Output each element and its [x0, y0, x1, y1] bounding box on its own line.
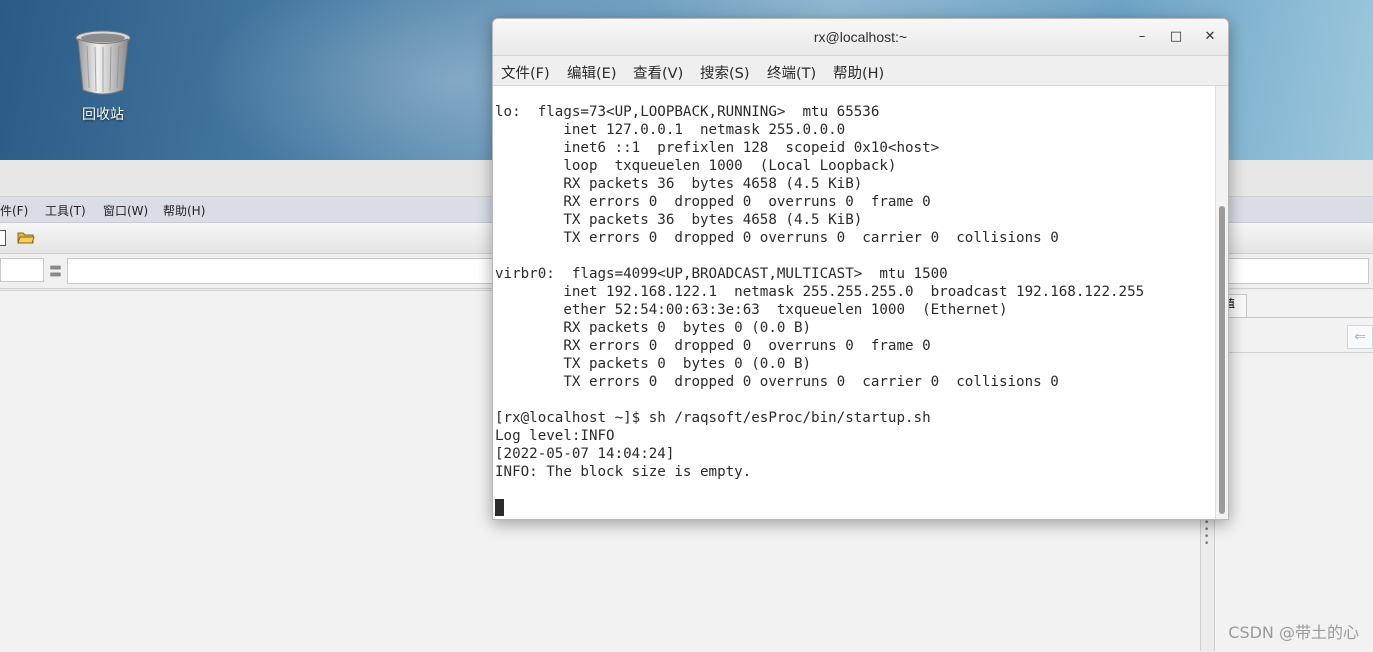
- bg-menu-help[interactable]: 帮助(H): [163, 202, 205, 219]
- new-file-icon[interactable]: [0, 230, 6, 246]
- bg-menu-window[interactable]: 窗口(W): [103, 202, 148, 219]
- terminal-menubar: 文件(F) 编辑(E) 查看(V) 搜索(S) 终端(T) 帮助(H): [493, 56, 1228, 86]
- trash-desktop-icon[interactable]: 回收站: [62, 30, 144, 124]
- watermark: CSDN @带土的心: [1228, 623, 1359, 642]
- trash-label: 回收站: [82, 107, 124, 123]
- terminal-line: TX errors 0 dropped 0 overruns 0 carrier…: [495, 374, 1059, 390]
- terminal-line: INFO: The block size is empty.: [495, 464, 752, 480]
- side-tab-line: [1215, 317, 1373, 318]
- terminal-scrollbar[interactable]: [1215, 86, 1228, 519]
- terminal-line: lo: flags=73<UP,LOOPBACK,RUNNING> mtu 65…: [495, 104, 880, 120]
- terminal-line: ether 52:54:00:63:3e:63 txqueuelen 1000 …: [495, 302, 1008, 318]
- terminal-line: RX packets 0 bytes 0 (0.0 B): [495, 320, 812, 336]
- terminal-line: loop txqueuelen 1000 (Local Loopback): [495, 158, 897, 174]
- terminal-line: inet 192.168.122.1 netmask 255.255.255.0…: [495, 284, 1145, 300]
- menu-terminal[interactable]: 终端(T): [767, 62, 816, 83]
- bg-menu-file[interactable]: 件(F): [0, 202, 28, 219]
- terminal-window[interactable]: rx@localhost:~ – □ ✕ 文件(F) 编辑(E) 查看(V) 搜…: [492, 18, 1229, 520]
- bg-menu-tools[interactable]: 工具(T): [45, 202, 86, 219]
- maximize-button[interactable]: □: [1167, 28, 1185, 46]
- terminal-cursor: [495, 499, 504, 516]
- terminal-line: TX packets 0 bytes 0 (0.0 B): [495, 356, 812, 372]
- side-divider: [1215, 352, 1373, 353]
- terminal-title: rx@localhost:~: [813, 29, 908, 45]
- bg-side-panel: 值 ⇐: [1214, 290, 1373, 651]
- terminal-line: virbr0: flags=4099<UP,BROADCAST,MULTICAS…: [495, 266, 948, 282]
- open-folder-icon[interactable]: [17, 229, 35, 249]
- terminal-line: TX errors 0 dropped 0 overruns 0 carrier…: [495, 230, 1059, 246]
- menu-view[interactable]: 查看(V): [633, 62, 683, 83]
- back-button[interactable]: ⇐: [1347, 325, 1373, 349]
- equals-icon: 〓: [49, 265, 63, 280]
- close-button[interactable]: ✕: [1201, 28, 1219, 46]
- terminal-titlebar[interactable]: rx@localhost:~ – □ ✕: [493, 19, 1228, 56]
- terminal-line: RX errors 0 dropped 0 overruns 0 frame 0: [495, 194, 931, 210]
- terminal-line: TX packets 36 bytes 4658 (4.5 KiB): [495, 212, 863, 228]
- terminal-line: inet 127.0.0.1 netmask 255.0.0.0: [495, 122, 846, 138]
- minimize-button[interactable]: –: [1133, 28, 1151, 46]
- menu-file[interactable]: 文件(F): [501, 62, 550, 83]
- scrollbar-thumb[interactable]: [1219, 206, 1225, 514]
- terminal-output[interactable]: lo: flags=73<UP,LOOPBACK,RUNNING> mtu 65…: [493, 86, 1215, 519]
- terminal-line: [rx@localhost ~]$ sh /raqsoft/esProc/bin…: [495, 410, 931, 426]
- menu-help[interactable]: 帮助(H): [833, 62, 884, 83]
- cell-name-box[interactable]: [0, 258, 44, 282]
- menu-search[interactable]: 搜索(S): [700, 62, 750, 83]
- terminal-line: RX errors 0 dropped 0 overruns 0 frame 0: [495, 338, 931, 354]
- terminal-line: inet6 ::1 prefixlen 128 scopeid 0x10<hos…: [495, 140, 940, 156]
- terminal-line: [2022-05-07 14:04:24]: [495, 446, 675, 462]
- terminal-line: RX packets 36 bytes 4658 (4.5 KiB): [495, 176, 863, 192]
- trash-icon: [75, 30, 131, 96]
- splitter-grip-icon: • • • •: [1204, 518, 1210, 549]
- terminal-line: Log level:INFO: [495, 428, 615, 444]
- menu-edit[interactable]: 编辑(E): [567, 62, 616, 83]
